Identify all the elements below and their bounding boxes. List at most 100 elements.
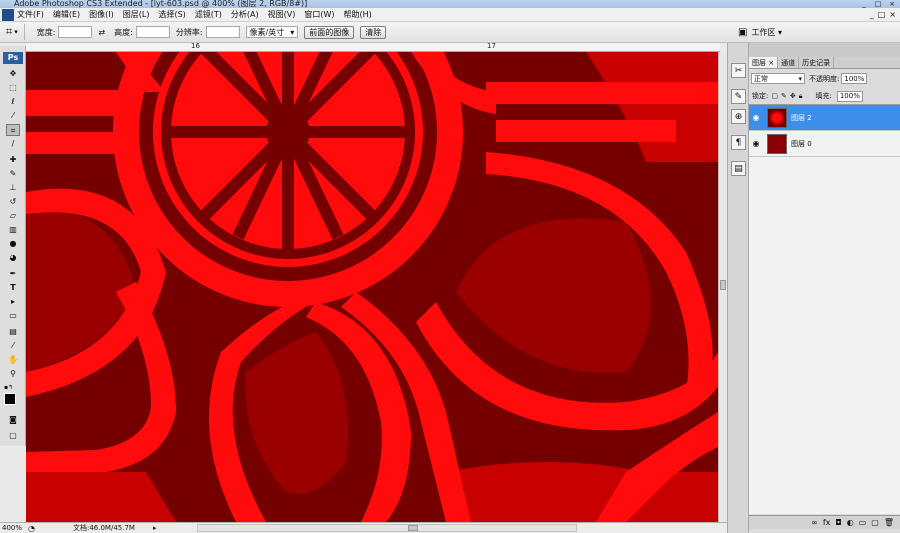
menu-window[interactable]: 窗口(W) xyxy=(304,9,334,20)
layer-comps-icon[interactable]: ▤ xyxy=(731,161,746,176)
type-tool-icon[interactable]: T xyxy=(6,282,20,294)
menu-filter[interactable]: 滤镜(T) xyxy=(195,9,222,20)
status-menu-arrow-icon[interactable]: ▸ xyxy=(153,524,157,532)
zoom-tool-icon[interactable]: ⚲ xyxy=(6,368,20,380)
layer-row-2[interactable]: ◉ 图层 2 xyxy=(749,105,900,131)
default-colors-icon[interactable]: ▪↰ xyxy=(4,384,13,391)
document-size: 文档:46.0M/45.7M xyxy=(72,524,135,532)
lock-row: 锁定: ▢ ✎ ✥ 🔒︎ 填充: 100% xyxy=(749,89,900,103)
blur-tool-icon[interactable]: ● xyxy=(6,238,20,250)
lock-all-icon[interactable]: 🔒︎ xyxy=(799,92,803,101)
lasso-tool-icon[interactable]: ℓ xyxy=(6,96,20,108)
tool-preset-arrow-icon[interactable]: ▾ xyxy=(14,28,18,36)
blend-row: 正常 ▾ 不透明度: 100% xyxy=(749,70,900,87)
ps-logo[interactable]: Ps xyxy=(3,52,23,64)
layer-name[interactable]: 图层 2 xyxy=(791,113,812,123)
doc-restore-button[interactable]: □ xyxy=(878,10,886,19)
shape-tool-icon[interactable]: ▭ xyxy=(6,310,20,322)
doc-close-button[interactable]: × xyxy=(889,10,896,19)
crop-tool-icon[interactable]: ⌗ xyxy=(6,25,12,39)
move-tool-icon[interactable]: ✥ xyxy=(6,68,20,80)
dodge-tool-icon[interactable]: ◕ xyxy=(6,252,20,264)
adjustment-icon[interactable]: ◐ xyxy=(847,518,854,527)
tab-channels[interactable]: 通道 xyxy=(778,57,800,68)
fill-label: 填充: xyxy=(815,92,832,100)
history-brush-tool-icon[interactable]: ↺ xyxy=(6,196,20,208)
tab-layers[interactable]: 图层 × xyxy=(749,57,779,68)
document-canvas[interactable] xyxy=(26,52,718,522)
close-button[interactable]: × xyxy=(886,0,898,8)
crop-tool-icon[interactable]: ⌗ xyxy=(6,124,20,136)
navigator-icon[interactable]: ✂ xyxy=(731,63,746,78)
swap-icon[interactable]: ⇄ xyxy=(98,28,105,37)
mask-icon[interactable]: ◘ xyxy=(835,518,841,527)
menu-file[interactable]: 文件(F) xyxy=(17,9,44,20)
horizontal-scrollbar[interactable] xyxy=(196,524,577,532)
visibility-eye-icon[interactable]: ◉ xyxy=(749,113,763,122)
height-label: 高度: xyxy=(114,27,133,37)
horizontal-scroll-thumb[interactable] xyxy=(407,525,418,531)
trash-icon[interactable]: 🗑︎ xyxy=(884,518,894,527)
resolution-unit-select[interactable]: 像素/英寸 ▾ xyxy=(245,26,299,38)
magic-wand-tool-icon[interactable]: ⁄ xyxy=(6,110,20,122)
doc-minimize-button[interactable]: _ xyxy=(870,10,874,19)
lock-transparent-icon[interactable]: ▢ xyxy=(771,92,778,100)
opacity-input[interactable]: 100% xyxy=(841,73,868,84)
fill-input[interactable]: 100% xyxy=(836,90,863,102)
menu-analysis[interactable]: 分析(A) xyxy=(231,9,259,20)
notes-tool-icon[interactable]: ▤ xyxy=(6,326,20,338)
eyedropper-tool-icon[interactable]: ⁄ xyxy=(6,340,20,352)
status-icon[interactable]: ◔ xyxy=(28,524,35,533)
maximize-button[interactable]: □ xyxy=(872,0,884,8)
quick-mask-icon[interactable]: ◙ xyxy=(6,414,20,426)
minimize-button[interactable]: _ xyxy=(858,0,870,8)
workspace-icon: ▣ xyxy=(737,26,748,38)
link-icon[interactable]: ∞ xyxy=(811,518,818,527)
path-select-tool-icon[interactable]: ▸ xyxy=(6,296,20,308)
healing-tool-icon[interactable]: ✚ xyxy=(6,154,20,166)
vertical-scrollbar[interactable] xyxy=(718,52,727,522)
zoom-level[interactable]: 400% xyxy=(0,524,28,532)
clone-source-icon[interactable]: ⊕ xyxy=(731,109,746,124)
menu-edit[interactable]: 编辑(E) xyxy=(53,9,80,20)
layer-name[interactable]: 图层 0 xyxy=(791,139,812,149)
brush-tool-icon[interactable]: ✎ xyxy=(6,168,20,180)
foreground-color-swatch[interactable] xyxy=(4,393,16,405)
visibility-eye-icon[interactable]: ◉ xyxy=(749,139,763,148)
hand-tool-icon[interactable]: ✋ xyxy=(6,354,20,366)
resolution-input[interactable] xyxy=(205,26,240,38)
fx-icon[interactable]: fx xyxy=(823,518,831,527)
paragraph-icon[interactable]: ¶ xyxy=(731,135,746,150)
lock-pixels-icon[interactable]: ✎ xyxy=(781,92,787,100)
gradient-tool-icon[interactable]: ▥ xyxy=(6,224,20,236)
tab-history[interactable]: 历史记录 xyxy=(799,57,835,68)
width-input[interactable] xyxy=(58,26,93,38)
menu-view[interactable]: 视图(V) xyxy=(268,9,296,20)
menu-layer[interactable]: 图层(L) xyxy=(123,9,150,20)
height-input[interactable] xyxy=(135,26,170,38)
chevron-down-icon: ▾ xyxy=(798,74,802,83)
panel-tabs: 图层 × 通道 历史记录 xyxy=(749,57,900,69)
vertical-scroll-thumb[interactable] xyxy=(720,280,726,290)
group-icon[interactable]: ▭ xyxy=(859,518,867,527)
workspace-label: 工作区 ▾ xyxy=(751,27,782,37)
stamp-tool-icon[interactable]: ⊥ xyxy=(6,182,20,194)
menu-help[interactable]: 帮助(H) xyxy=(344,9,372,20)
screen-mode-icon[interactable]: ▢ xyxy=(6,430,20,442)
workspace-menu[interactable]: ▣ 工作区 ▾ xyxy=(738,27,782,38)
eraser-tool-icon[interactable]: ▱ xyxy=(6,210,20,222)
marquee-tool-icon[interactable]: ⬚ xyxy=(6,82,20,94)
blend-mode-select[interactable]: 正常 ▾ xyxy=(751,73,805,84)
front-image-button[interactable]: 前面的图像 xyxy=(304,25,355,39)
pen-tool-icon[interactable]: ✒ xyxy=(6,268,20,280)
slice-tool-icon[interactable]: / xyxy=(6,138,20,150)
new-layer-icon[interactable]: ▢ xyxy=(871,518,879,527)
layer-row-0[interactable]: ◉ 图层 0 xyxy=(749,131,900,157)
lock-position-icon[interactable]: ✥ xyxy=(790,92,796,100)
clear-button[interactable]: 清除 xyxy=(360,25,387,39)
menu-select[interactable]: 选择(S) xyxy=(158,9,185,20)
menu-image[interactable]: 图像(I) xyxy=(89,9,114,20)
brushes-icon[interactable]: ✎ xyxy=(731,89,746,104)
toolbox: Ps ✥ ⬚ ℓ ⁄ ⌗ / ✚ ✎ ⊥ ↺ ▱ ▥ ● ◕ ✒ T ▸ ▭ ▤… xyxy=(0,46,26,446)
app-icon xyxy=(2,8,14,21)
